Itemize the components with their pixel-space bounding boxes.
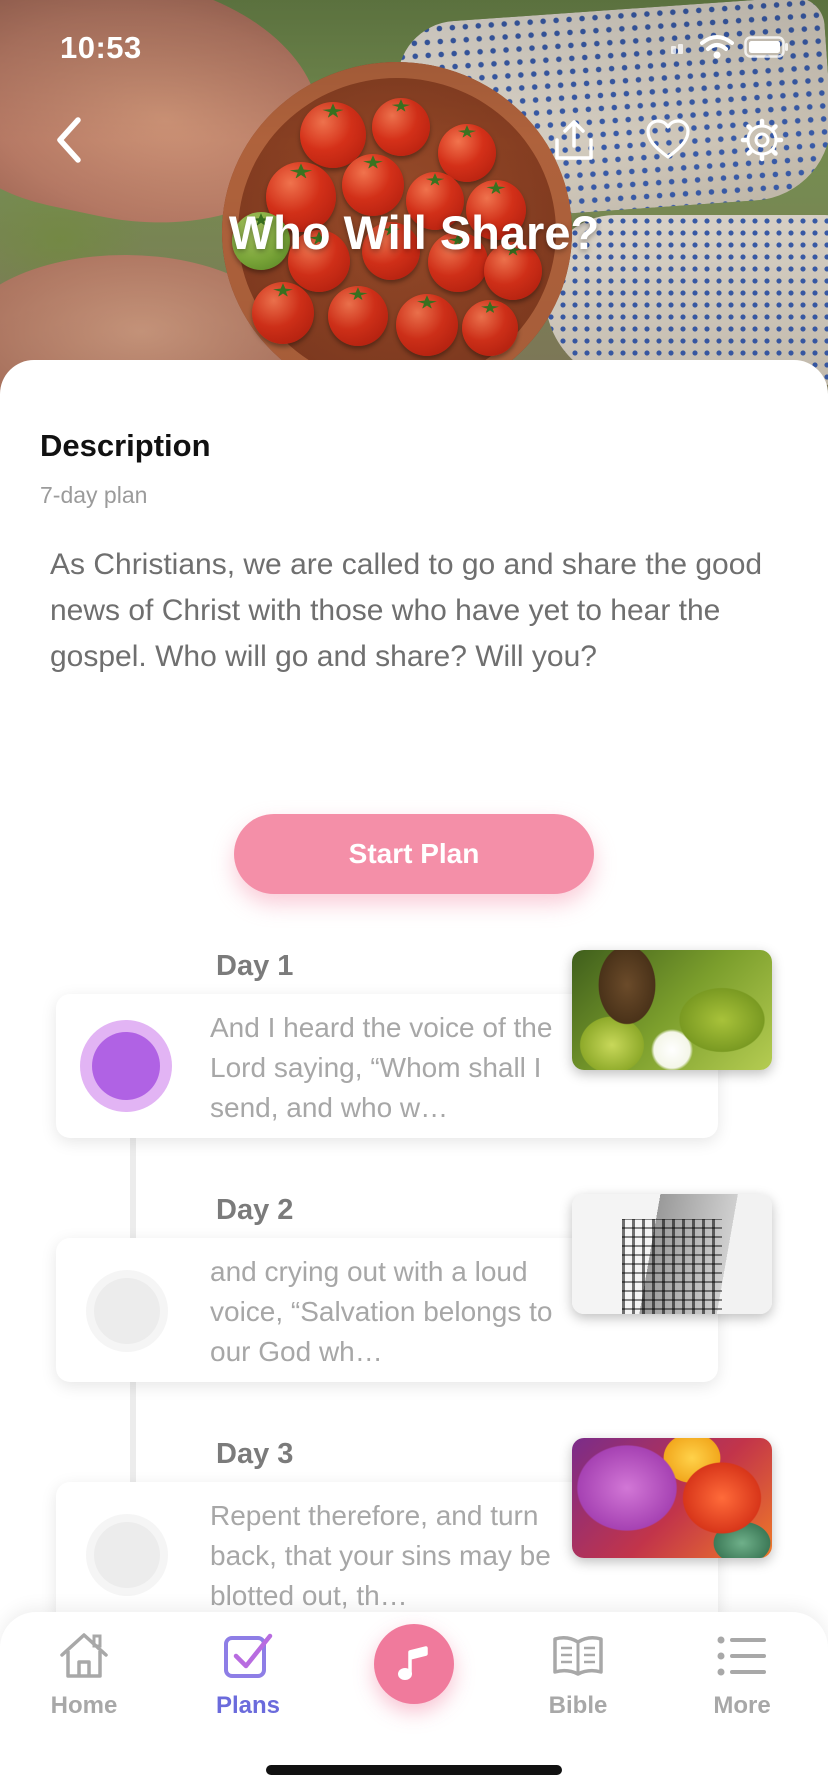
tab-plans[interactable]: Plans <box>178 1626 318 1736</box>
progress-dot <box>94 1278 160 1344</box>
checkbox-icon <box>224 1633 273 1678</box>
status-icons <box>670 34 790 60</box>
tab-label: Plans <box>215 1692 281 1719</box>
day-label: Day 1 <box>216 950 294 982</box>
content-sheet: Description 7-day plan As Christians, we… <box>0 360 828 1792</box>
heart-icon <box>646 119 690 159</box>
day-excerpt: Repent therefore, and turn back, that yo… <box>210 1500 551 1611</box>
favorite-button[interactable] <box>640 112 696 168</box>
signal-icon <box>671 44 683 54</box>
settings-button[interactable] <box>734 112 790 168</box>
book-icon <box>553 1636 603 1676</box>
home-indicator <box>266 1765 562 1775</box>
progress-dot <box>94 1522 160 1588</box>
day-label: Day 2 <box>216 1194 294 1226</box>
home-icon <box>60 1633 108 1678</box>
progress-dot-current <box>80 1020 172 1112</box>
day-thumbnail-autumn[interactable] <box>572 1438 772 1558</box>
tab-home[interactable]: Home <box>14 1626 154 1736</box>
tab-label: More <box>713 1692 771 1719</box>
chevron-left-icon <box>57 117 81 163</box>
plan-title: Who Will Share? <box>228 206 600 259</box>
share-icon <box>555 120 593 160</box>
battery-icon <box>744 36 788 58</box>
list-icon <box>717 1636 766 1676</box>
status-time: 10:53 <box>60 30 142 65</box>
share-button[interactable] <box>546 112 602 168</box>
day-label: Day 3 <box>216 1438 294 1470</box>
day-thumbnail-building[interactable] <box>572 1194 772 1314</box>
plan-duration: 7-day plan <box>40 482 148 508</box>
description-heading: Description <box>40 428 211 463</box>
back-button[interactable] <box>40 112 96 168</box>
description-text: As Christians, we are called to go and s… <box>50 548 763 673</box>
music-player-button[interactable] <box>374 1624 454 1704</box>
day-excerpt: and crying out with a loud voice, “Salva… <box>210 1256 553 1367</box>
tab-more[interactable]: More <box>672 1626 812 1736</box>
music-note-icon <box>398 1646 428 1680</box>
tab-label: Bible <box>548 1692 608 1719</box>
gear-icon <box>740 118 784 162</box>
plan-detail-screen: 10:53 Who Will Share? Description 7-day … <box>0 0 828 1792</box>
day-thumbnail-leaves[interactable] <box>572 950 772 1070</box>
start-plan-button[interactable]: Start Plan <box>234 814 594 894</box>
wifi-icon <box>700 35 734 59</box>
day-excerpt: And I heard the voice of the Lord saying… <box>210 1012 553 1123</box>
tab-bible[interactable]: Bible <box>508 1626 648 1736</box>
tab-label: Home <box>50 1692 118 1719</box>
